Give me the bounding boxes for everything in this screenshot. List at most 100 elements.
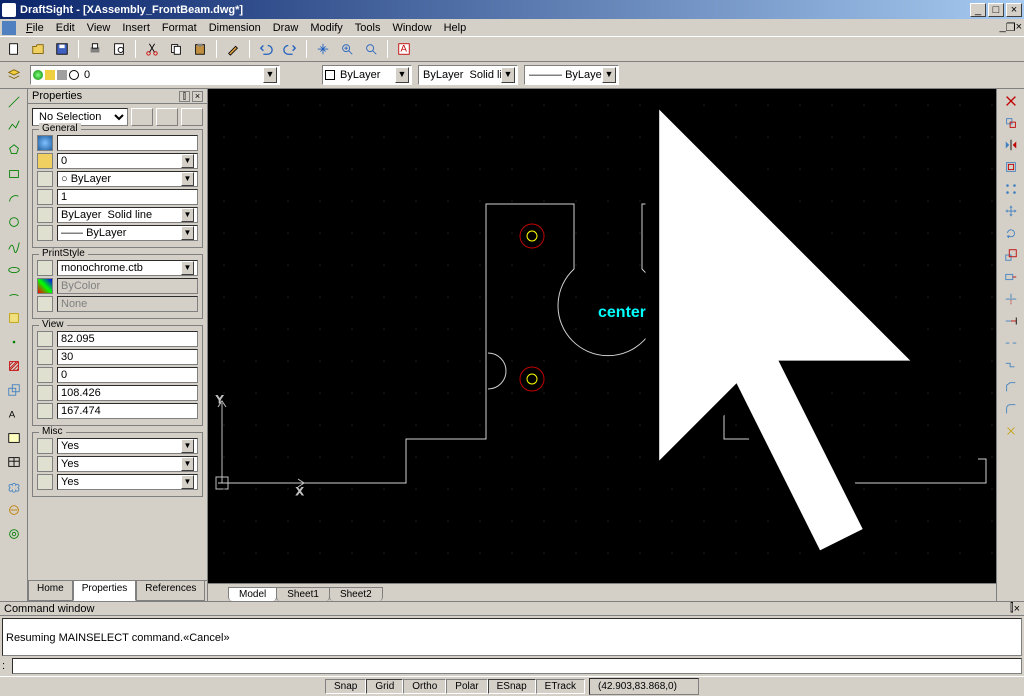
menu-modify[interactable]: Modify [304,22,348,34]
arc-tool[interactable] [3,187,25,209]
ellipse-tool[interactable] [3,259,25,281]
join-tool[interactable] [1001,355,1021,375]
zoom-extents-button[interactable] [361,39,381,59]
mdi-restore-button[interactable]: ❐ [1006,21,1016,34]
new-button[interactable] [4,39,24,59]
polygon-tool[interactable] [3,139,25,161]
view-y-input[interactable]: 30 [57,349,198,365]
table-tool[interactable] [3,451,25,473]
note-tool[interactable] [3,427,25,449]
pick-add-button[interactable] [131,108,153,126]
color-dropdown[interactable]: ByLayer ▼ [322,65,412,85]
rectangle-tool[interactable] [3,163,25,185]
pan-button[interactable] [313,39,333,59]
menu-insert[interactable]: Insert [116,22,156,34]
menu-format[interactable]: Format [156,22,203,34]
zoom-window-button[interactable] [337,39,357,59]
ring-tool[interactable] [3,523,25,545]
select-group-button[interactable] [181,108,203,126]
copy-tool[interactable] [1001,113,1021,133]
etrack-toggle[interactable]: ETrack [536,679,585,694]
print-button[interactable] [85,39,105,59]
mdi-close-button[interactable]: × [1016,21,1022,34]
rotate-tool[interactable] [1001,223,1021,243]
quick-select-button[interactable] [156,108,178,126]
hatch-tool[interactable] [3,355,25,377]
drawing-canvas[interactable]: Y X [208,89,996,583]
view-w-input[interactable]: 167.474 [57,403,198,419]
text-tool[interactable]: A [3,403,25,425]
menu-tools[interactable]: Tools [349,22,387,34]
mirror-tool[interactable] [1001,135,1021,155]
layer-dropdown[interactable]: 0 ▼ [30,65,280,85]
ellipse-arc-tool[interactable] [3,283,25,305]
ortho-toggle[interactable]: Ortho [403,679,446,694]
properties-button[interactable]: A [394,39,414,59]
view-z-input[interactable]: 0 [57,367,198,383]
misc-b-dropdown[interactable]: Yes▼ [57,456,198,472]
lineweight-dropdown[interactable]: ——— ByLayer ▼ [524,65,619,85]
move-tool[interactable] [1001,201,1021,221]
break-tool[interactable] [1001,333,1021,353]
prop-lineweight-dropdown[interactable]: —— ByLayer▼ [57,225,198,241]
tab-model[interactable]: Model [228,587,277,601]
match-properties-button[interactable] [223,39,243,59]
cmd-close-button[interactable]: × [1014,603,1020,615]
dropdown-arrow-icon[interactable]: ▼ [602,67,616,83]
dropdown-arrow-icon[interactable]: ▼ [395,67,409,83]
pattern-tool[interactable] [1001,179,1021,199]
polyline-tool[interactable] [3,115,25,137]
minimize-button[interactable]: _ [970,3,986,17]
print-table-dropdown[interactable]: monochrome.ctb▼ [57,260,198,276]
line-tool[interactable] [3,91,25,113]
block-tool[interactable] [3,307,25,329]
dropdown-arrow-icon[interactable]: ▼ [263,67,277,83]
prop-layer-dropdown[interactable]: 0▼ [57,153,198,169]
scale-tool[interactable] [1001,245,1021,265]
offset-tool[interactable] [1001,157,1021,177]
panel-close-button[interactable]: × [192,91,203,102]
spline-tool[interactable] [3,235,25,257]
prop-linescale-input[interactable]: 1 [57,189,198,205]
redo-button[interactable] [280,39,300,59]
prop-color-dropdown[interactable]: ○ ByLayer▼ [57,171,198,187]
paste-button[interactable] [190,39,210,59]
region-tool[interactable] [3,379,25,401]
misc-a-dropdown[interactable]: Yes▼ [57,438,198,454]
open-button[interactable] [28,39,48,59]
dropdown-arrow-icon[interactable]: ▼ [501,67,515,83]
fillet-tool[interactable] [1001,399,1021,419]
mask-tool[interactable] [3,499,25,521]
tab-references[interactable]: References [136,581,205,601]
undo-button[interactable] [256,39,276,59]
close-button[interactable]: × [1006,3,1022,17]
tab-home[interactable]: Home [28,581,73,601]
hyperlink-input[interactable] [57,135,198,151]
trim-tool[interactable] [1001,289,1021,309]
print-preview-button[interactable] [109,39,129,59]
view-h-input[interactable]: 108.426 [57,385,198,401]
command-history[interactable]: Resuming MAINSELECT command.«Cancel» [2,618,1022,656]
menu-window[interactable]: Window [386,22,437,34]
cut-button[interactable] [142,39,162,59]
stretch-tool[interactable] [1001,267,1021,287]
chamfer-tool[interactable] [1001,377,1021,397]
menu-view[interactable]: View [81,22,117,34]
tab-properties[interactable]: Properties [73,581,137,601]
extend-tool[interactable] [1001,311,1021,331]
view-x-input[interactable]: 82.095 [57,331,198,347]
panel-pin-button[interactable]: ⫿ [179,91,190,102]
polar-toggle[interactable]: Polar [446,679,487,694]
maximize-button[interactable]: □ [988,3,1004,17]
tab-sheet1[interactable]: Sheet1 [276,587,330,601]
delete-tool[interactable] [1001,91,1021,111]
grid-toggle[interactable]: Grid [366,679,403,694]
linestyle-dropdown[interactable]: ByLayer Solid line ▼ [418,65,518,85]
menu-dimension[interactable]: Dimension [203,22,267,34]
esnap-toggle[interactable]: ESnap [488,679,536,694]
explode-tool[interactable] [1001,421,1021,441]
misc-c-dropdown[interactable]: Yes▼ [57,474,198,490]
tab-sheet2[interactable]: Sheet2 [329,587,383,601]
circle-tool[interactable] [3,211,25,233]
menu-draw[interactable]: Draw [267,22,305,34]
